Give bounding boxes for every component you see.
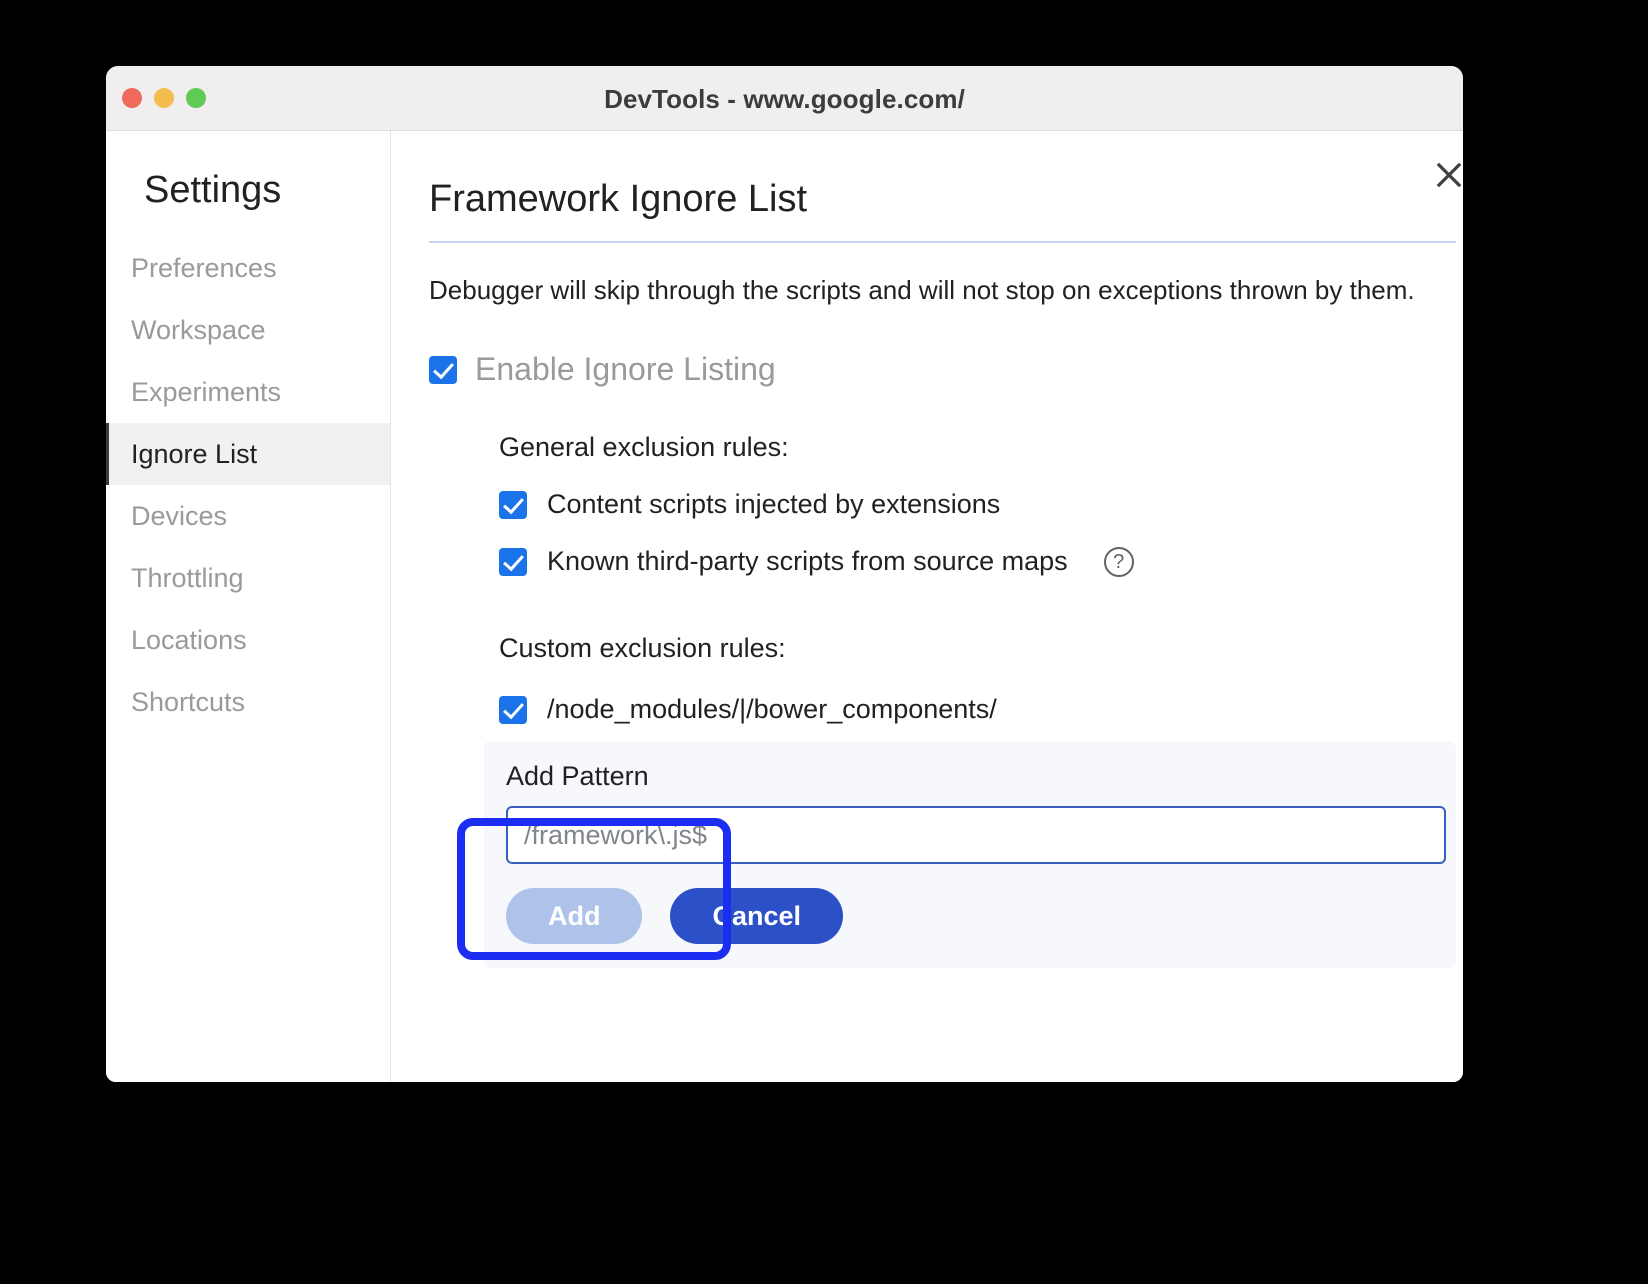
rule-row-node-modules[interactable]: /node_modules/|/bower_components/	[499, 694, 1456, 725]
title-divider	[429, 241, 1456, 243]
node-modules-checkbox[interactable]	[499, 696, 527, 724]
sidebar-item-locations[interactable]: Locations	[106, 609, 390, 671]
sidebar-item-throttling[interactable]: Throttling	[106, 547, 390, 609]
window-titlebar: DevTools - www.google.com/	[106, 66, 1463, 131]
settings-sidebar: Settings Preferences Workspace Experimen…	[106, 131, 391, 1082]
add-pattern-card: Add Pattern Add Cancel	[484, 741, 1456, 968]
sidebar-item-ignore-list[interactable]: Ignore List	[106, 423, 390, 485]
sidebar-item-shortcuts[interactable]: Shortcuts	[106, 671, 390, 733]
close-icon	[1434, 160, 1463, 190]
add-button[interactable]: Add	[506, 888, 642, 944]
third-party-scripts-label: Known third-party scripts from source ma…	[547, 546, 1068, 577]
add-pattern-actions: Add Cancel	[506, 888, 1434, 944]
page-title: Framework Ignore List	[429, 175, 1456, 223]
devtools-window: DevTools - www.google.com/ Settings Pref…	[106, 66, 1463, 1082]
add-pattern-label: Add Pattern	[506, 761, 1434, 792]
third-party-scripts-checkbox[interactable]	[499, 548, 527, 576]
content-scripts-checkbox[interactable]	[499, 491, 527, 519]
page-description: Debugger will skip through the scripts a…	[429, 271, 1456, 309]
window-body: Settings Preferences Workspace Experimen…	[106, 131, 1463, 1082]
sidebar-item-workspace[interactable]: Workspace	[106, 299, 390, 361]
content-scripts-label: Content scripts injected by extensions	[547, 489, 1000, 520]
add-pattern-input[interactable]	[506, 806, 1446, 864]
enable-ignore-listing-checkbox[interactable]	[429, 356, 457, 384]
sidebar-item-preferences[interactable]: Preferences	[106, 237, 390, 299]
screenshot-root: DevTools - www.google.com/ Settings Pref…	[0, 0, 1648, 1284]
custom-exclusion-rules-label: Custom exclusion rules:	[499, 633, 1456, 664]
help-circle-icon[interactable]: ?	[1104, 547, 1134, 577]
rule-row-third-party-scripts[interactable]: Known third-party scripts from source ma…	[499, 546, 1456, 577]
rule-row-content-scripts[interactable]: Content scripts injected by extensions	[499, 489, 1456, 520]
close-settings-button[interactable]	[1427, 153, 1463, 197]
general-exclusion-rules-label: General exclusion rules:	[499, 432, 1456, 463]
enable-ignore-listing-row[interactable]: Enable Ignore Listing	[429, 351, 1456, 388]
node-modules-pattern-label: /node_modules/|/bower_components/	[547, 694, 997, 725]
window-title: DevTools - www.google.com/	[106, 84, 1463, 115]
enable-ignore-listing-label: Enable Ignore Listing	[475, 351, 776, 388]
sidebar-item-experiments[interactable]: Experiments	[106, 361, 390, 423]
settings-main-panel: Framework Ignore List Debugger will skip…	[391, 131, 1463, 1082]
sidebar-item-devices[interactable]: Devices	[106, 485, 390, 547]
cancel-button[interactable]: Cancel	[670, 888, 843, 944]
settings-heading: Settings	[106, 167, 390, 213]
